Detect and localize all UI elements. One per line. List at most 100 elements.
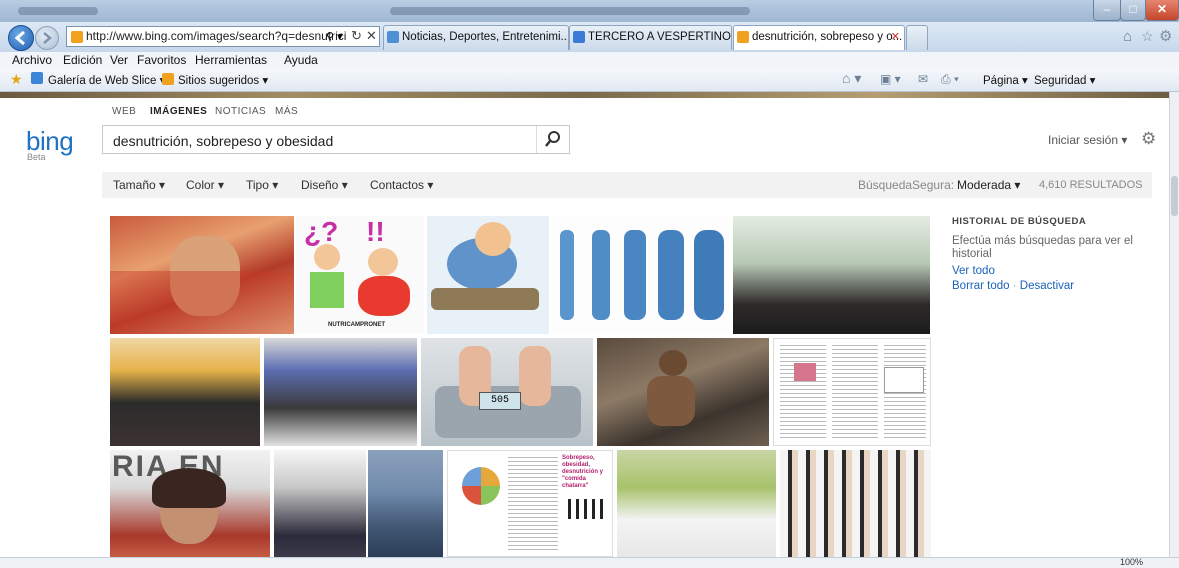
forward-arrow-icon: [43, 32, 52, 44]
scrollbar-thumb[interactable]: [1171, 176, 1178, 216]
google-docs-favicon-icon: [573, 31, 585, 43]
mail-icon[interactable]: ✉: [918, 72, 928, 86]
results-count: 4,610 RESULTADOS: [1039, 179, 1143, 191]
tools-gear-icon[interactable]: ⚙: [1159, 27, 1172, 45]
result-image-infographic[interactable]: Sobrepeso, obesidad, desnutrición y "com…: [447, 450, 613, 557]
favorites-bar: ★ Galería de Web Slice ▾ Sitios sugerido…: [0, 69, 1179, 92]
close-button[interactable]: ✕: [1145, 0, 1179, 21]
menu-herramientas[interactable]: Herramientas: [195, 53, 267, 67]
result-image-scale[interactable]: 505: [421, 338, 593, 446]
web-slice-gallery-link[interactable]: Galería de Web Slice ▾: [48, 73, 165, 87]
clear-all-link[interactable]: Borrar todo: [952, 280, 1010, 292]
stop-icon[interactable]: ✕: [366, 28, 377, 44]
tab-label: TERCERO A VESPERTINO - Go...: [588, 31, 731, 43]
bing-favicon-icon: [71, 30, 83, 43]
address-text: http://www.bing.com/images/search?q=desn…: [86, 29, 347, 43]
menu-favoritos[interactable]: Favoritos: [137, 53, 186, 67]
history-title: HISTORIAL DE BÚSQUEDA: [952, 216, 1087, 227]
msn-favicon-icon: [387, 31, 399, 43]
settings-gear-icon[interactable]: ⚙: [1141, 129, 1156, 149]
back-arrow-icon: [14, 30, 25, 46]
zoom-level[interactable]: 100%: [1120, 557, 1143, 567]
result-image-cartoon-girls[interactable]: !! ¿? NUTRICAMPRONET: [296, 216, 424, 334]
filter-size[interactable]: Tamaño ▾: [113, 178, 165, 192]
security-menu[interactable]: Seguridad ▾: [1034, 73, 1095, 87]
search-icon: [545, 131, 560, 147]
result-image-belly[interactable]: [368, 450, 443, 557]
window-title-bar: – □ ✕: [0, 0, 1179, 22]
scale-display: 505: [479, 392, 521, 410]
bing-header-band: [0, 92, 1169, 98]
image-caption: NUTRICAMPRONET: [328, 322, 385, 328]
search-dropdown-icon[interactable]: ⚲ ▾: [326, 30, 343, 43]
minimize-button[interactable]: –: [1093, 0, 1121, 21]
result-image-event[interactable]: [733, 216, 930, 334]
search-button[interactable]: [536, 126, 569, 153]
result-image-obese-children[interactable]: [110, 216, 294, 334]
result-image-cartoon-boy[interactable]: [427, 216, 549, 334]
infographic-title: Sobrepeso, obesidad, desnutrición y "com…: [562, 455, 604, 489]
signin-link[interactable]: Iniciar sesión ▾: [1048, 133, 1127, 147]
nav-web[interactable]: WEB: [112, 106, 136, 117]
forward-button[interactable]: [35, 26, 59, 50]
menu-ver[interactable]: Ver: [110, 53, 128, 67]
filter-color[interactable]: Color ▾: [186, 178, 224, 192]
search-history-panel: HISTORIAL DE BÚSQUEDA Efectúa más búsque…: [952, 216, 1152, 292]
history-text: Efectúa más búsquedas para ver el histor…: [952, 235, 1133, 260]
beta-label: Beta: [27, 152, 46, 162]
home-icon[interactable]: ⌂ ▾: [842, 70, 861, 87]
refresh-icon[interactable]: ↻: [351, 28, 362, 44]
safesearch-dropdown[interactable]: Moderada ▾: [957, 178, 1020, 192]
tab-label: Noticias, Deportes, Entretenimi...: [402, 31, 569, 43]
result-image-speaker[interactable]: [264, 338, 417, 446]
status-bar: 100%: [0, 557, 1179, 568]
result-image-group-talk[interactable]: [274, 450, 366, 557]
web-page: WEB IMÁGENES NOTICIAS MÁS bing Beta Inic…: [0, 92, 1169, 557]
nav-more[interactable]: MÁS: [275, 106, 298, 117]
menu-archivo[interactable]: Archivo: [12, 53, 52, 67]
result-image-woman-portrait[interactable]: RIA EN: [110, 450, 270, 557]
filter-people[interactable]: Contactos ▾: [370, 178, 433, 192]
favorites-star-icon[interactable]: ☆: [1141, 28, 1154, 45]
vertical-scrollbar[interactable]: [1169, 92, 1179, 557]
navigation-bar: http://www.bing.com/images/search?q=desn…: [0, 22, 1179, 53]
home-icon[interactable]: ⌂: [1123, 28, 1132, 45]
tab-label: desnutrición, sobrepeso y o...: [752, 31, 903, 43]
rss-feed-icon[interactable]: ▣ ▾: [880, 72, 901, 86]
filter-layout[interactable]: Diseño ▾: [301, 178, 348, 192]
search-input[interactable]: [111, 126, 535, 155]
disable-link[interactable]: Desactivar: [1020, 280, 1074, 292]
nav-images[interactable]: IMÁGENES: [150, 106, 207, 117]
menu-bar: Archivo Edición Ver Favoritos Herramient…: [0, 52, 1179, 69]
menu-edicion[interactable]: Edición: [63, 53, 102, 67]
nav-news[interactable]: NOTICIAS: [215, 106, 266, 117]
result-image-malnourished-child[interactable]: [597, 338, 769, 446]
see-all-link[interactable]: Ver todo: [952, 265, 1152, 277]
tab-desnutricion[interactable]: desnutrición, sobrepeso y o... ✕: [733, 25, 905, 50]
back-button[interactable]: [8, 25, 34, 51]
favorites-star-icon[interactable]: ★: [10, 71, 23, 88]
suggested-sites-link[interactable]: Sitios sugeridos ▾: [178, 73, 268, 87]
tab-noticias[interactable]: Noticias, Deportes, Entretenimi...: [383, 25, 569, 50]
search-box: [102, 125, 570, 155]
close-tab-icon[interactable]: ✕: [891, 26, 900, 49]
filter-bar: Tamaño ▾ Color ▾ Tipo ▾ Diseño ▾ Contact…: [102, 172, 1152, 198]
suggested-sites-icon: [162, 73, 174, 85]
menu-ayuda[interactable]: Ayuda: [284, 53, 318, 67]
result-image-students[interactable]: [780, 450, 931, 557]
new-tab-button[interactable]: [906, 25, 928, 50]
result-image-ceremony[interactable]: [110, 338, 260, 446]
print-icon[interactable]: ⎙ ▾: [941, 72, 959, 87]
web-slice-icon: [31, 72, 43, 84]
maximize-button[interactable]: □: [1120, 0, 1146, 21]
result-image-body-types[interactable]: [552, 216, 729, 334]
title-blur: [18, 7, 98, 15]
result-image-article-page[interactable]: [773, 338, 931, 446]
safesearch-label: BúsquedaSegura:: [858, 178, 955, 192]
filter-type[interactable]: Tipo ▾: [246, 178, 278, 192]
history-separator: ·: [1012, 280, 1017, 292]
title-blur: [390, 7, 750, 15]
result-image-doctors[interactable]: [617, 450, 776, 557]
page-menu[interactable]: Página ▾: [983, 73, 1028, 87]
tab-tercero[interactable]: TERCERO A VESPERTINO - Go...: [569, 25, 732, 50]
